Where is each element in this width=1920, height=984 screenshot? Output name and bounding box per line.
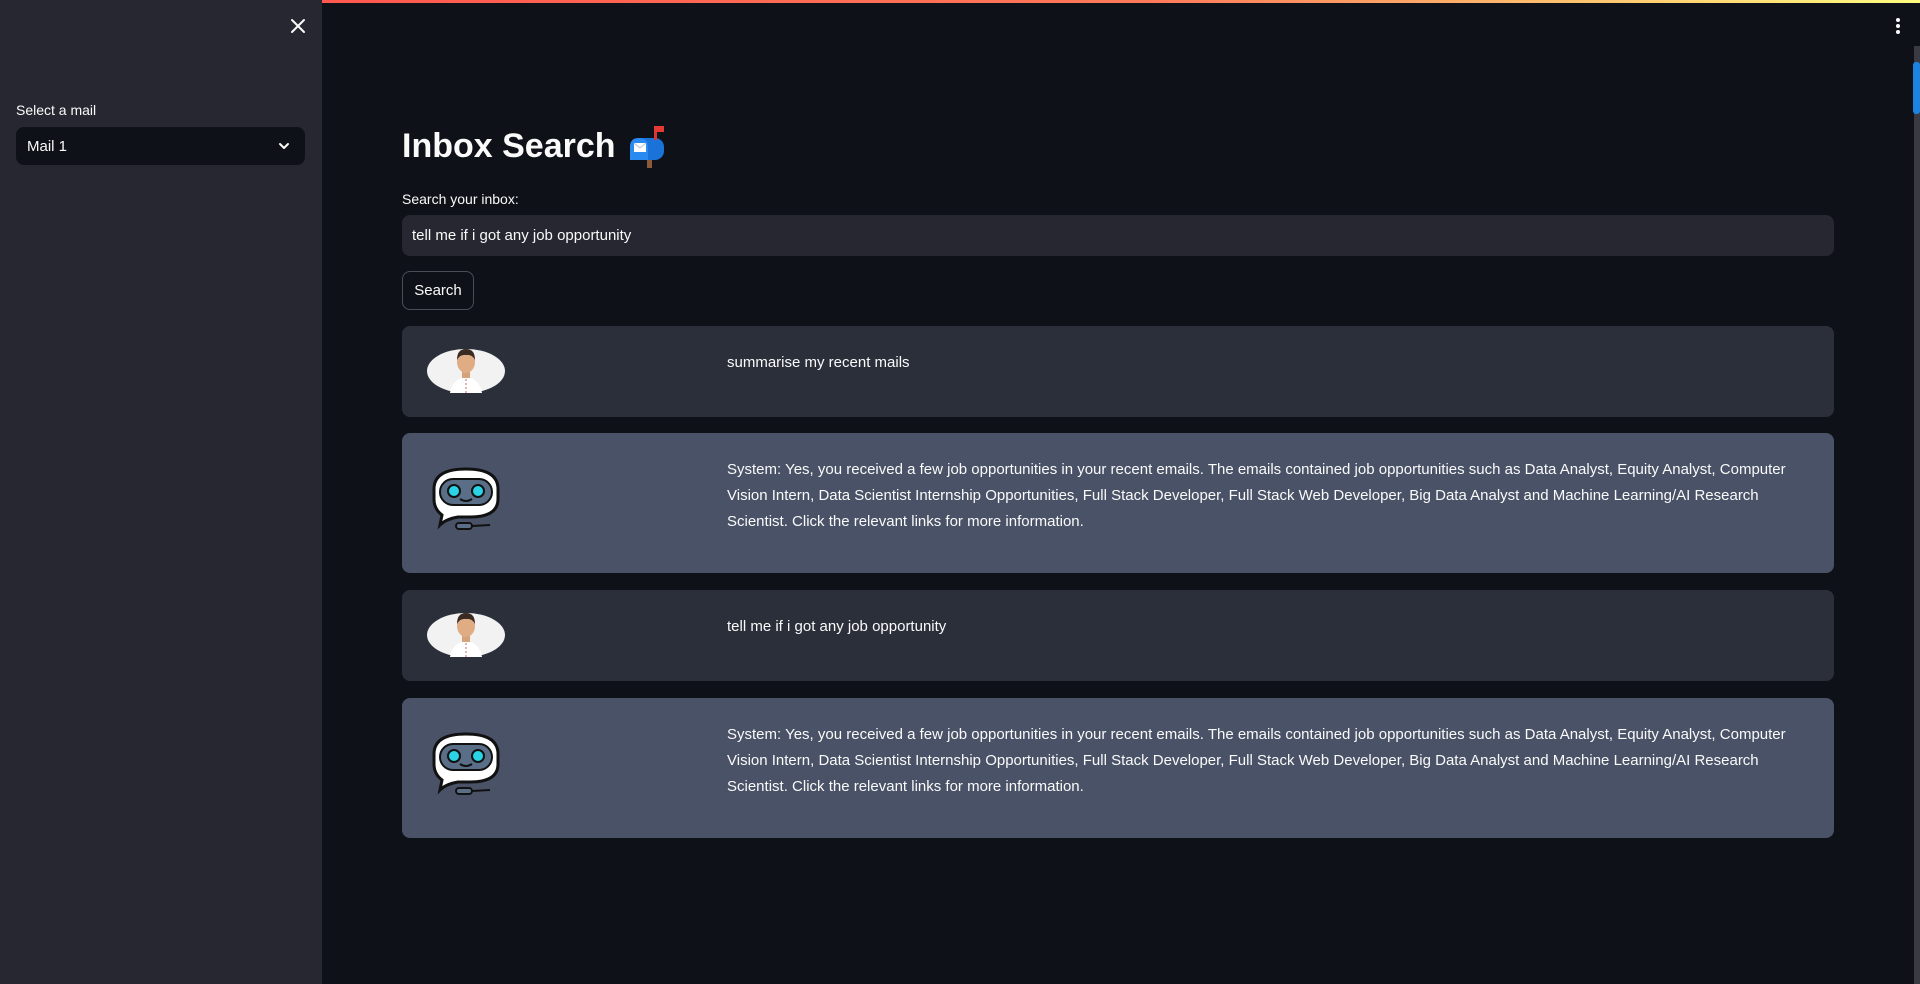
user-avatar-icon <box>427 613 505 657</box>
message-text: tell me if i got any job opportunity <box>727 618 947 635</box>
close-icon <box>291 19 305 33</box>
search-label: Search your inbox: <box>402 191 519 207</box>
message-text: summarise my recent mails <box>727 354 910 371</box>
chat-message-user: tell me if i got any job opportunity <box>402 590 1834 681</box>
chat-message-bot: System: Yes, you received a few job oppo… <box>402 433 1834 573</box>
chat-message-bot: System: Yes, you received a few job oppo… <box>402 698 1834 838</box>
mail-select-value: Mail 1 <box>27 137 68 155</box>
user-avatar-icon <box>427 349 505 393</box>
sidebar: Select a mail Mail 1 <box>0 0 322 984</box>
chevron-down-icon <box>279 143 289 149</box>
search-input[interactable] <box>402 215 1834 256</box>
robot-avatar-icon <box>432 732 500 795</box>
scrollbar-thumb[interactable] <box>1913 62 1920 114</box>
kebab-menu-icon <box>1896 18 1900 34</box>
scrollbar-track[interactable] <box>1914 46 1920 984</box>
select-mail-label: Select a mail <box>16 102 97 118</box>
chat-message-user: summarise my recent mails <box>402 326 1834 417</box>
mail-select[interactable]: Mail 1 <box>16 127 305 165</box>
close-sidebar-button[interactable] <box>286 14 310 38</box>
message-text: System: Yes, you received a few job oppo… <box>727 461 1786 530</box>
page-title-text: Inbox Search <box>402 126 616 165</box>
search-button[interactable]: Search <box>402 271 474 310</box>
mailbox-icon <box>629 126 664 168</box>
robot-avatar-icon <box>432 467 500 530</box>
main-menu-button[interactable] <box>1890 14 1906 38</box>
message-text: System: Yes, you received a few job oppo… <box>727 726 1786 795</box>
page-title: Inbox Search <box>402 124 670 168</box>
